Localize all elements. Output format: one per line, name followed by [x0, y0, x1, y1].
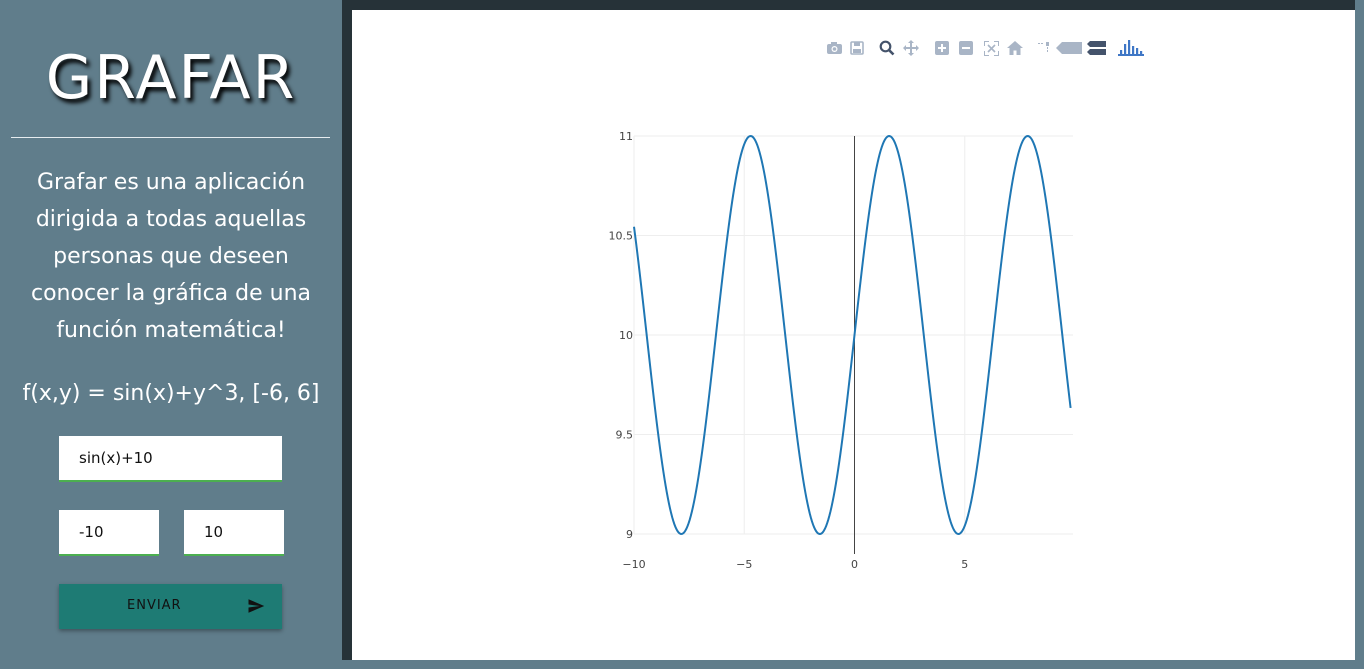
x-tick-label: −5 — [736, 558, 752, 571]
sidebar: GRAFAR Grafar es una aplicación dirigida… — [0, 0, 342, 669]
function-input[interactable] — [59, 436, 282, 482]
y-tick-label: 11 — [619, 130, 633, 143]
frame-bottom-bar — [342, 660, 1364, 669]
send-icon — [248, 599, 265, 613]
send-button[interactable]: ENVIAR — [59, 584, 282, 629]
y-tick-label: 9 — [626, 528, 633, 541]
app-title: GRAFAR — [45, 43, 297, 113]
x-tick-label: −10 — [622, 558, 645, 571]
frame-top-bar — [342, 0, 1364, 10]
x-tick-label: 0 — [851, 558, 858, 571]
y-tick-label: 9.5 — [616, 429, 634, 442]
frame-left-bar — [342, 0, 352, 669]
send-button-label: ENVIAR — [127, 598, 182, 613]
range-max-input[interactable] — [184, 510, 284, 556]
x-tick-label: 5 — [961, 558, 968, 571]
range-min-input[interactable] — [59, 510, 159, 556]
example-function: f(x,y) = sin(x)+y^3, [-6, 6] — [22, 381, 320, 406]
app-description: Grafar es una aplicación dirigida a toda… — [31, 170, 311, 343]
frame-right-bar — [1355, 0, 1364, 669]
y-tick-label: 10.5 — [609, 230, 634, 243]
plot-area: 9 9.5 10 10.5 11 −10 −5 0 5 — [352, 10, 1355, 660]
y-tick-label: 10 — [619, 329, 633, 342]
function-chart[interactable]: 9 9.5 10 10.5 11 −10 −5 0 5 — [352, 10, 1355, 660]
title-divider — [11, 137, 330, 138]
